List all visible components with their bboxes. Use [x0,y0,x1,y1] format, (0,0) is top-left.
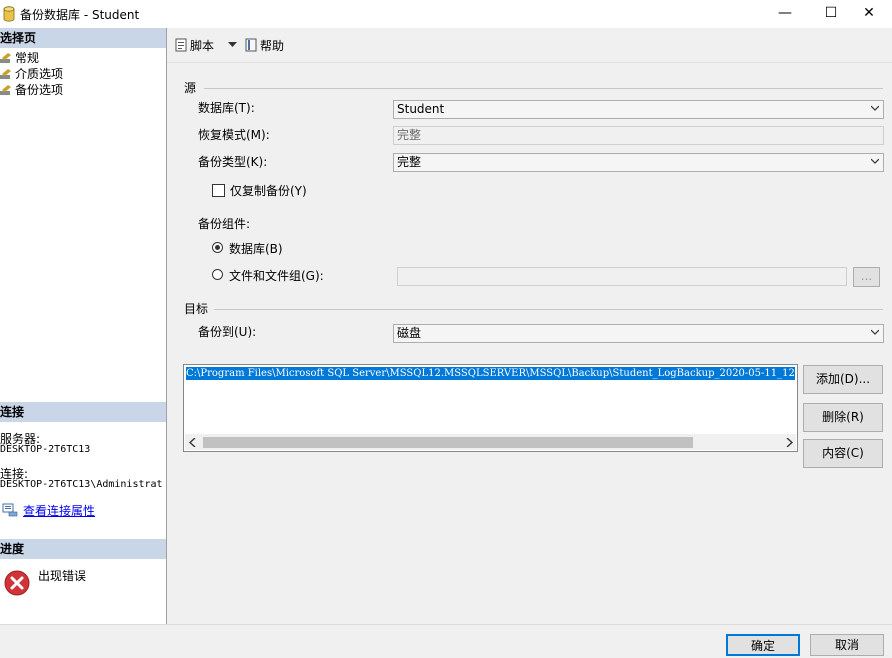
remove-button[interactable]: 删除(R) [803,403,883,432]
wrench-icon [0,53,11,63]
source-group-label: 源 [184,81,197,95]
connection-value: DESKTOP-2T6TC13\Administrat [0,479,163,490]
connection-header: 连接 [0,402,166,422]
page-item-media-options[interactable]: 介质选项 [0,66,63,82]
chevron-left-icon[interactable] [189,438,197,447]
backup-to-select[interactable]: 磁盘 [393,324,884,343]
ok-button[interactable]: 确定 [726,634,800,656]
page-item-label: 备份选项 [15,83,64,97]
backup-type-select[interactable]: 完整 [393,153,884,172]
help-book-icon [245,38,257,52]
radio-files-filegroups[interactable] [212,269,223,280]
database-select-value: Student [397,102,445,116]
wrench-icon [0,85,11,95]
recovery-model-field: 完整 [393,126,884,145]
minimize-button[interactable]: — [762,0,808,28]
script-button[interactable]: 脚本 [174,37,214,55]
database-icon [3,6,15,22]
backup-destination-list[interactable]: C:\Program Files\Microsoft SQL Server\MS… [183,364,798,452]
destination-divider [214,309,883,310]
radio-database[interactable] [212,242,223,253]
server-value: DESKTOP-2T6TC13 [0,444,91,455]
wrench-icon [0,69,11,79]
select-page-header: 选择页 [0,28,166,48]
copy-only-checkbox[interactable] [212,184,225,197]
cancel-button[interactable]: 取消 [810,634,884,656]
destination-group-label: 目标 [184,302,209,316]
scrollbar-thumb[interactable] [203,437,693,448]
database-select[interactable]: Student [393,100,884,119]
script-label: 脚本 [190,39,215,53]
files-filegroups-field [397,267,847,286]
radio-files-label: 文件和文件组(G): [229,269,324,283]
recovery-model-value: 完整 [397,128,422,142]
recovery-model-label: 恢复模式(M): [198,128,270,142]
horizontal-scrollbar[interactable] [185,434,796,450]
contents-button[interactable]: 内容(C) [803,439,883,468]
backup-to-label: 备份到(U): [198,325,257,339]
close-button[interactable]: ✕ [846,0,892,28]
page-item-label: 介质选项 [15,67,64,81]
view-connection-properties-link[interactable]: 查看连接属性 [23,502,95,519]
list-item[interactable]: C:\Program Files\Microsoft SQL Server\MS… [186,367,795,380]
backup-type-label: 备份类型(K): [198,155,268,169]
chevron-down-icon [871,158,879,164]
add-button[interactable]: 添加(D)... [803,365,883,394]
chevron-down-icon [871,329,879,335]
radio-database-label: 数据库(B) [229,242,283,256]
help-button[interactable]: 帮助 [244,37,284,55]
backup-type-value: 完整 [397,155,422,169]
files-browse-button: ... [853,267,880,287]
help-label: 帮助 [260,39,285,53]
chevron-right-icon[interactable] [785,438,793,447]
left-panel [0,28,167,624]
title-bar: 备份数据库 - Student — ☐ ✕ [0,0,892,28]
window-title: 备份数据库 - Student [20,8,140,22]
source-divider [204,88,883,89]
chevron-down-icon[interactable] [228,42,237,48]
page-item-backup-options[interactable]: 备份选项 [0,82,63,98]
database-label: 数据库(T): [198,101,255,115]
backup-component-label: 备份组件: [198,217,251,231]
progress-header: 进度 [0,539,166,559]
page-item-general[interactable]: 常规 [0,50,39,66]
script-icon [175,38,187,52]
backup-to-value: 磁盘 [397,326,422,340]
chevron-down-icon [871,105,879,111]
progress-status: 出现错误 [38,569,87,583]
connection-properties-icon [2,503,18,517]
error-icon [4,570,30,596]
page-item-label: 常规 [15,51,40,65]
copy-only-label: 仅复制备份(Y) [230,184,307,198]
